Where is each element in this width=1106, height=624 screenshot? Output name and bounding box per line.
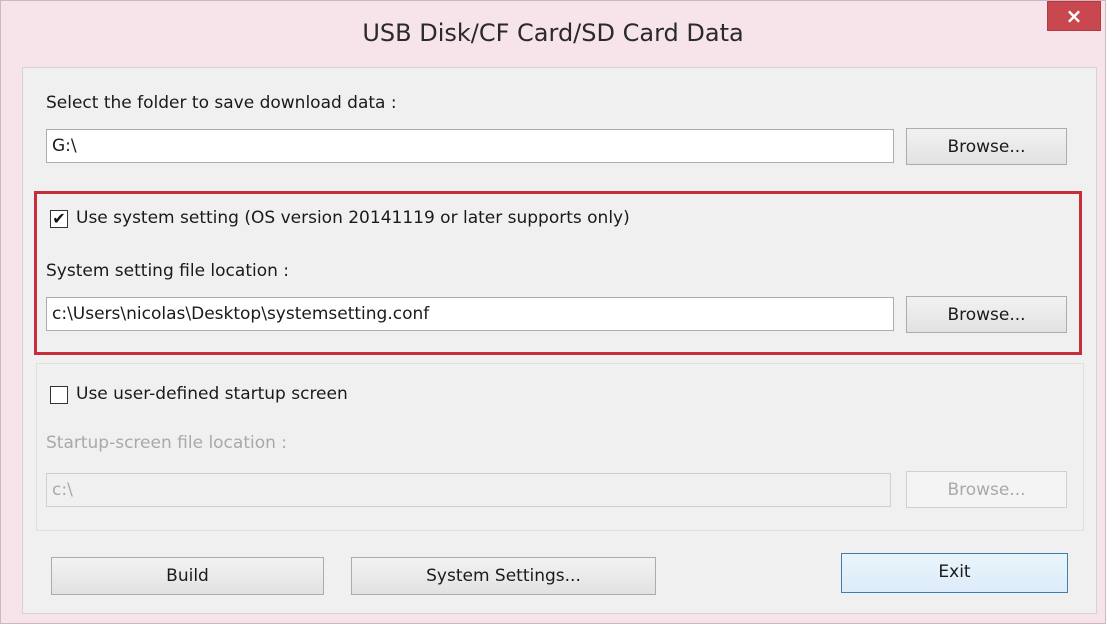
exit-button[interactable]: Exit <box>841 553 1068 593</box>
system-setting-file-label: System setting file location : <box>46 261 290 281</box>
startup-screen-checkbox[interactable] <box>50 386 68 404</box>
startup-screen-file-label: Startup-screen file location : <box>46 433 288 453</box>
close-icon: × <box>1065 4 1083 28</box>
title-bar[interactable]: USB Disk/CF Card/SD Card Data × <box>1 1 1105 67</box>
close-button[interactable]: × <box>1047 1 1101 31</box>
system-setting-checkbox[interactable]: ✔ <box>50 210 68 228</box>
window-title: USB Disk/CF Card/SD Card Data <box>362 19 744 47</box>
system-setting-browse-button[interactable]: Browse... <box>906 296 1067 333</box>
system-setting-file-input[interactable]: c:\Users\nicolas\Desktop\systemsetting.c… <box>46 297 894 331</box>
startup-screen-file-input: c:\ <box>46 473 891 507</box>
system-settings-button[interactable]: System Settings... <box>351 557 656 595</box>
startup-screen-checkbox-label[interactable]: Use user-defined startup screen <box>76 384 348 404</box>
download-browse-button[interactable]: Browse... <box>906 128 1067 165</box>
dialog-window: USB Disk/CF Card/SD Card Data × Select t… <box>0 0 1106 624</box>
download-folder-input[interactable]: G:\ <box>46 129 894 163</box>
download-folder-label: Select the folder to save download data … <box>46 93 397 113</box>
startup-screen-browse-button: Browse... <box>906 471 1067 508</box>
checkmark-icon: ✔ <box>52 209 66 228</box>
build-button[interactable]: Build <box>51 557 324 595</box>
system-setting-checkbox-label[interactable]: Use system setting (OS version 20141119 … <box>76 208 630 228</box>
